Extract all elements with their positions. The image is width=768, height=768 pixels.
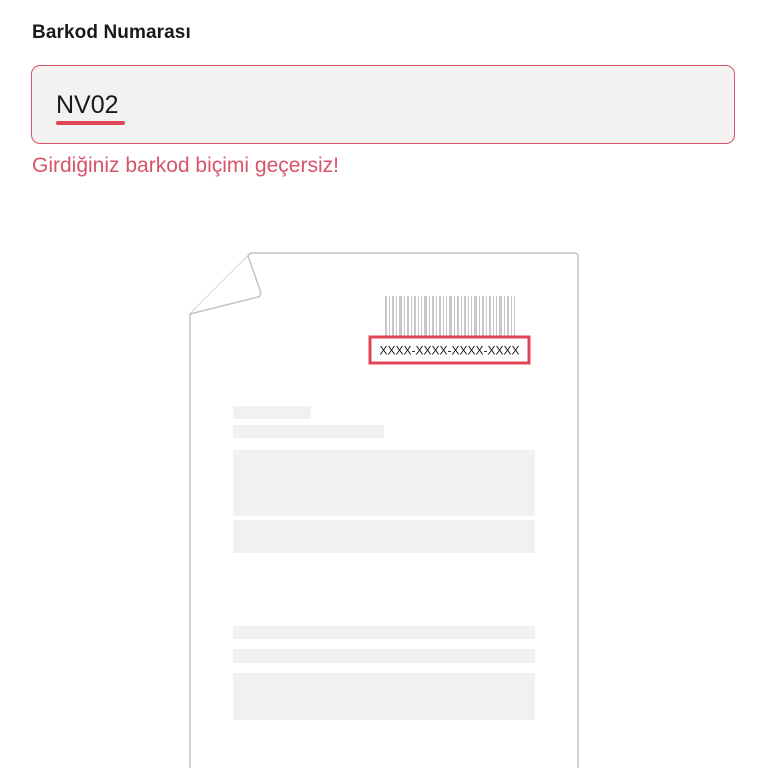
placeholder-line: [233, 626, 535, 639]
placeholder-line: [233, 649, 535, 663]
placeholder-line: [233, 406, 311, 419]
placeholder-block: [233, 673, 535, 720]
placeholder-block: [233, 520, 535, 553]
barcode-entry-screen: Barkod Numarası NV02 Girdiğiniz barkod b…: [0, 0, 768, 768]
document-illustration: XXXX-XXXX-XXXX-XXXX: [189, 252, 579, 768]
barcode-format-text: XXXX-XXXX-XXXX-XXXX: [379, 344, 519, 358]
placeholder-line: [233, 425, 384, 438]
placeholder-block: [233, 450, 535, 516]
